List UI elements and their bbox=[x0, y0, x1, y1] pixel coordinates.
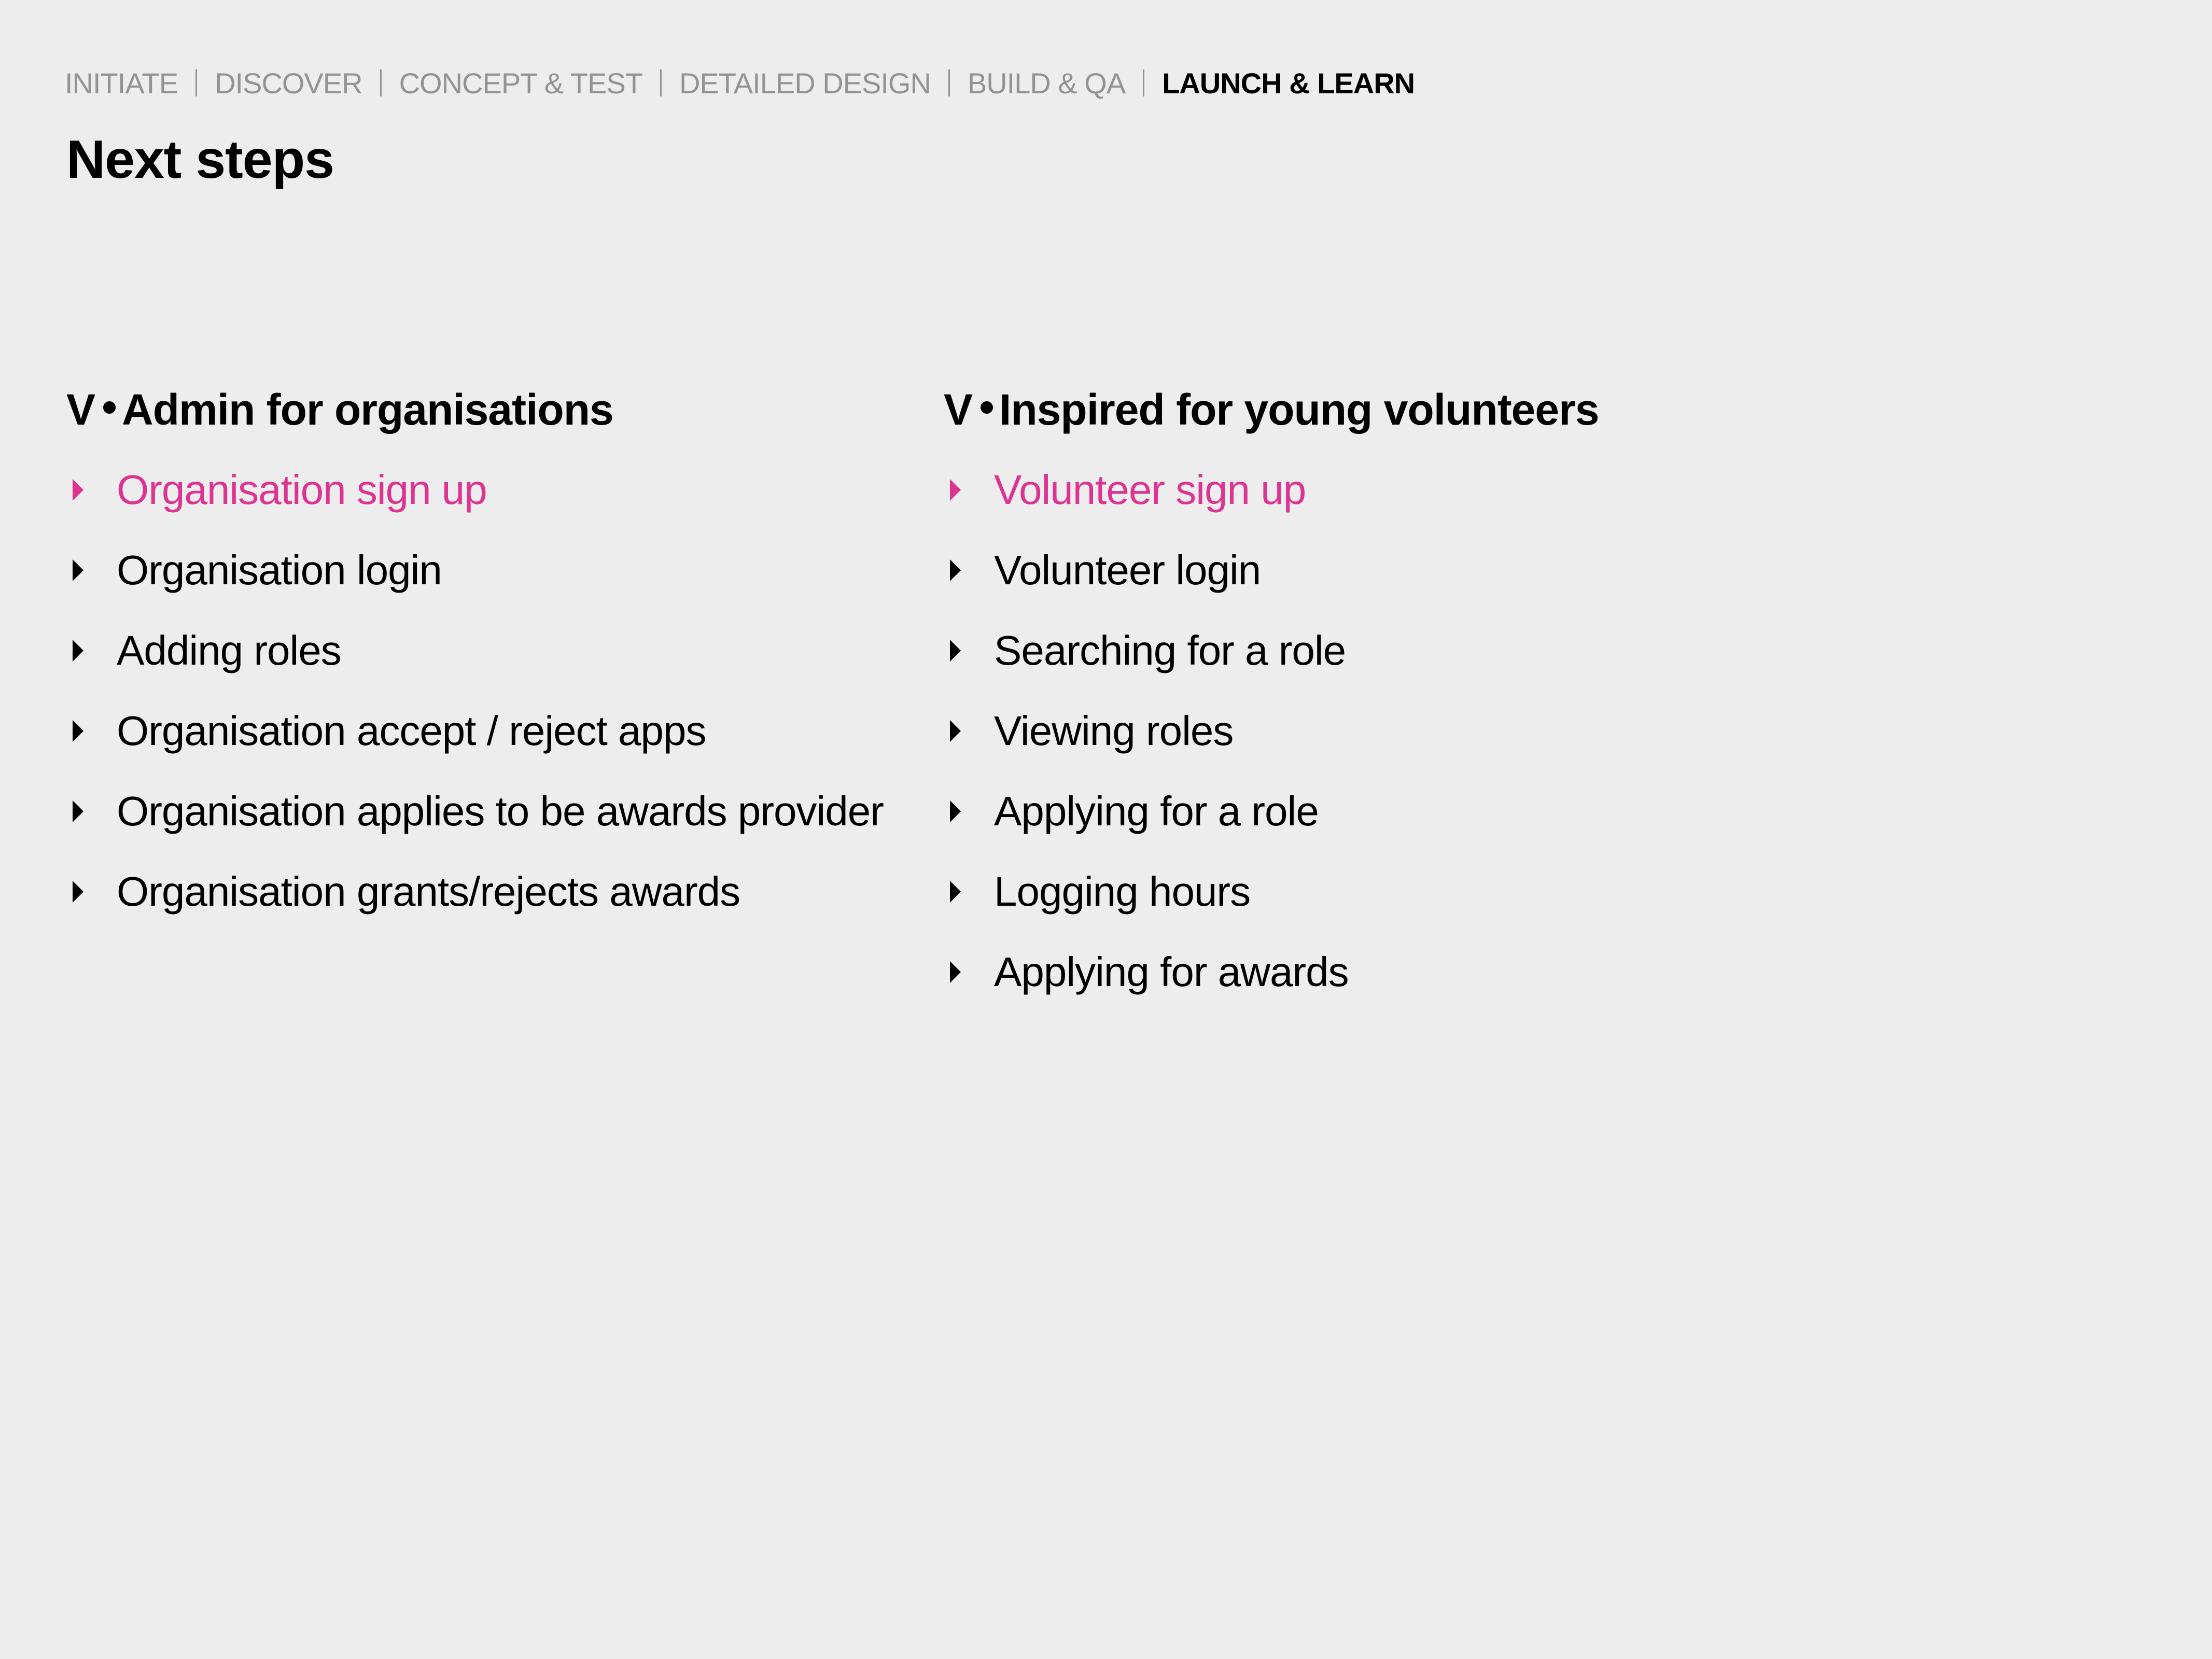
brand-mark: V bbox=[66, 385, 95, 434]
breadcrumb-launch-learn[interactable]: LAUNCH & LEARN bbox=[1162, 66, 1415, 100]
triangle-right-icon bbox=[950, 961, 961, 983]
list-item[interactable]: Viewing roles bbox=[944, 697, 1349, 778]
list-item[interactable]: Applying for awards bbox=[944, 938, 1349, 1019]
list-item-label: Volunteer sign up bbox=[994, 467, 1306, 513]
column-heading: V Admin for organisations bbox=[66, 381, 614, 438]
list-item-label: Logging hours bbox=[994, 868, 1251, 915]
list-item[interactable]: Organisation grants/rejects awards bbox=[66, 858, 884, 938]
triangle-right-icon bbox=[73, 559, 83, 581]
breadcrumb-discover[interactable]: DISCOVER bbox=[215, 66, 362, 100]
page-title: Next steps bbox=[66, 130, 334, 190]
list-item-label: Organisation grants/rejects awards bbox=[117, 868, 740, 915]
list-item-label: Adding roles bbox=[117, 627, 342, 673]
breadcrumb-initiate[interactable]: INITIATE bbox=[65, 66, 178, 100]
breadcrumb-concept-test[interactable]: CONCEPT & TEST bbox=[399, 66, 643, 100]
triangle-right-icon bbox=[950, 720, 961, 742]
column-heading-text: Admin for organisations bbox=[122, 385, 614, 434]
list-item-label: Organisation sign up bbox=[117, 467, 487, 513]
triangle-right-icon bbox=[73, 881, 83, 903]
triangle-right-icon bbox=[950, 559, 961, 581]
breadcrumb-separator bbox=[380, 69, 382, 96]
breadcrumb-separator bbox=[660, 69, 662, 96]
list-item-label: Organisation login bbox=[117, 547, 442, 593]
breadcrumb-separator bbox=[948, 69, 950, 96]
triangle-right-icon bbox=[950, 800, 961, 822]
column-inspired-for-young-volunteers: V Inspired for young volunteers Voluntee… bbox=[944, 381, 1600, 995]
triangle-right-icon bbox=[950, 881, 961, 903]
triangle-right-icon bbox=[73, 640, 83, 662]
list-item-label: Applying for awards bbox=[994, 949, 1349, 995]
list-item-label: Organisation applies to be awards provid… bbox=[117, 788, 884, 834]
list-item[interactable]: Organisation sign up bbox=[66, 456, 884, 537]
list-item[interactable]: Organisation login bbox=[66, 537, 884, 617]
column-admin-for-organisations: V Admin for organisations Organisation s… bbox=[66, 381, 884, 915]
bullet-dot-icon bbox=[981, 401, 993, 414]
list-item-label: Viewing roles bbox=[994, 708, 1234, 754]
list-item[interactable]: Applying for a role bbox=[944, 778, 1349, 858]
list-item-label: Applying for a role bbox=[994, 788, 1319, 834]
list-item[interactable]: Organisation accept / reject apps bbox=[66, 697, 884, 778]
breadcrumb-separator bbox=[195, 69, 198, 96]
triangle-right-icon bbox=[73, 479, 83, 501]
brand-mark: V bbox=[944, 385, 973, 434]
list-item[interactable]: Adding roles bbox=[66, 617, 884, 697]
list-item[interactable]: Volunteer login bbox=[944, 537, 1349, 617]
column-heading: V Inspired for young volunteers bbox=[944, 381, 1600, 438]
triangle-right-icon bbox=[73, 800, 83, 822]
breadcrumb-separator bbox=[1143, 69, 1145, 96]
list-item[interactable]: Volunteer sign up bbox=[944, 456, 1349, 537]
list-item[interactable]: Logging hours bbox=[944, 858, 1349, 938]
phase-breadcrumb: INITIATE DISCOVER CONCEPT & TEST DETAILE… bbox=[65, 65, 1415, 101]
bullet-dot-icon bbox=[103, 401, 116, 414]
list-item[interactable]: Organisation applies to be awards provid… bbox=[66, 778, 884, 858]
triangle-right-icon bbox=[950, 479, 961, 501]
list-item-label: Searching for a role bbox=[994, 627, 1346, 673]
breadcrumb-build-qa[interactable]: BUILD & QA bbox=[968, 66, 1126, 100]
next-steps-list: Volunteer sign up Volunteer login Search… bbox=[944, 456, 1349, 1019]
triangle-right-icon bbox=[73, 720, 83, 742]
list-item[interactable]: Searching for a role bbox=[944, 617, 1349, 697]
list-item-label: Volunteer login bbox=[994, 547, 1261, 593]
breadcrumb-detailed-design[interactable]: DETAILED DESIGN bbox=[679, 66, 931, 100]
list-item-label: Organisation accept / reject apps bbox=[117, 708, 707, 754]
column-heading-text: Inspired for young volunteers bbox=[999, 385, 1599, 434]
triangle-right-icon bbox=[950, 640, 961, 662]
next-steps-list: Organisation sign up Organisation login … bbox=[66, 456, 884, 938]
